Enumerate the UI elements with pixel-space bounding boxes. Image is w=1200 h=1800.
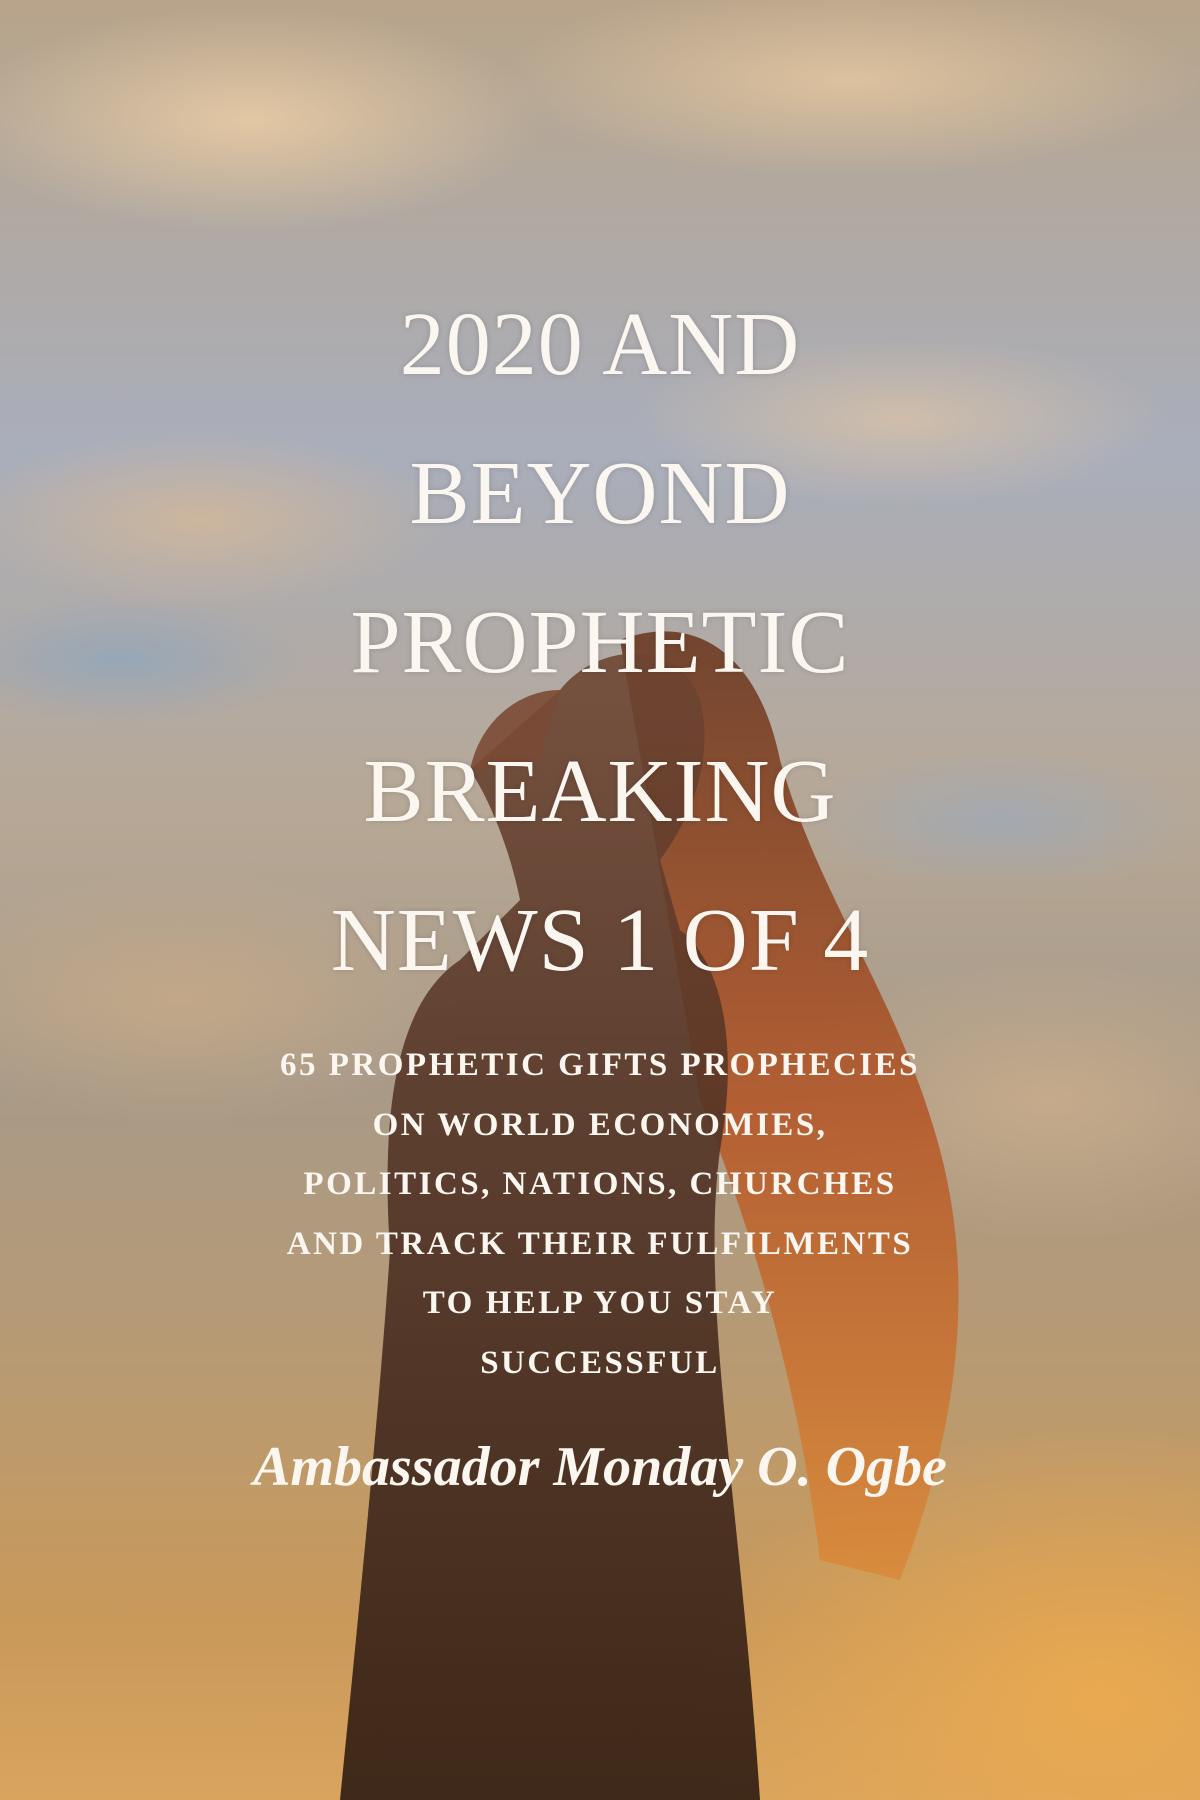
title-line: PROPHETIC <box>350 593 850 692</box>
author-name: Ambassador Monday O. Ogbe <box>253 1436 947 1498</box>
subtitle-line: TO HELP YOU STAY <box>422 1285 778 1321</box>
title-line: NEWS 1 OF 4 <box>330 891 870 990</box>
title-line: BEYOND <box>409 444 791 543</box>
subtitle-line: SUCCESSFUL <box>480 1344 720 1381</box>
title-line: BREAKING <box>363 742 837 841</box>
book-title: 2020 AND BEYOND PROPHETIC BREAKING NEWS … <box>0 270 1200 1015</box>
title-line: 2020 AND <box>399 295 801 394</box>
subtitle-line: POLITICS, NATIONS, CHURCHES <box>303 1166 897 1202</box>
book-subtitle: 65 PROPHETIC GIFTS PROPHECIES ON WORLD E… <box>0 1036 1200 1393</box>
subtitle-line: AND TRACK THEIR FULFILMENTS <box>286 1225 914 1262</box>
subtitle-line: 65 PROPHETIC GIFTS PROPHECIES <box>280 1047 920 1083</box>
subtitle-line: ON WORLD ECONOMIES, <box>372 1106 828 1143</box>
